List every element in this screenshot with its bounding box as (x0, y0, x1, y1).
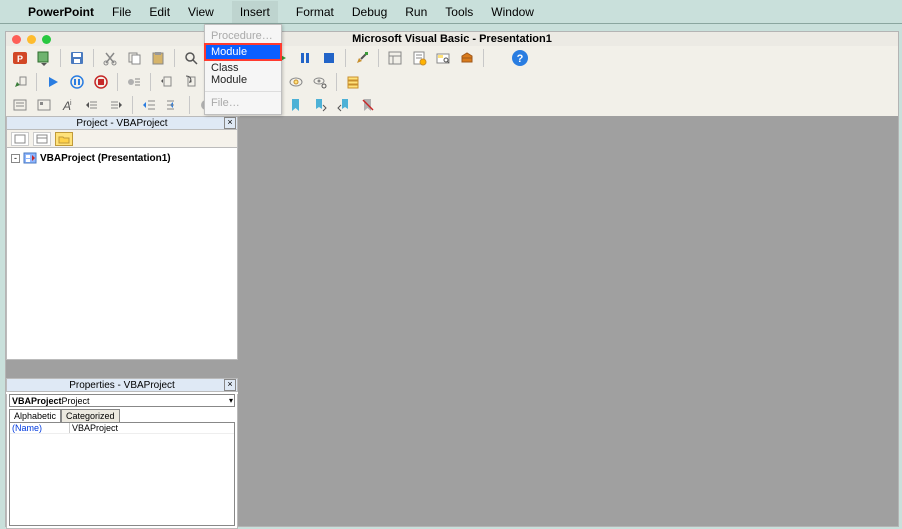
menubar-tools[interactable]: Tools (445, 5, 473, 19)
step-over-icon[interactable] (181, 72, 201, 92)
titlebar: Microsoft Visual Basic - Presentation1 (6, 32, 898, 46)
view-code-icon[interactable] (11, 132, 29, 146)
project-root[interactable]: - VBAProject (Presentation1) (11, 152, 233, 164)
menu-separator (205, 91, 281, 92)
vbaproject-icon (23, 152, 37, 164)
bookmark-icon[interactable] (286, 95, 306, 115)
project-panel-label: Project - VBAProject (76, 118, 167, 129)
complete-word-icon[interactable] (106, 95, 126, 115)
quick-info-icon[interactable]: Ai (58, 95, 78, 115)
insert-menu-dropdown: Procedure… Module Class Module File… (204, 24, 282, 115)
traffic-lights (6, 35, 51, 44)
cut-icon[interactable] (100, 48, 120, 68)
close-icon[interactable] (12, 35, 21, 44)
tab-alphabetic[interactable]: Alphabetic (9, 409, 61, 422)
menubar-insert[interactable]: Insert (232, 1, 278, 23)
prev-bookmark-icon[interactable] (334, 95, 354, 115)
vbe-window: Microsoft Visual Basic - Presentation1 P (5, 31, 899, 527)
design-mode-icon[interactable] (352, 48, 372, 68)
toggle-breakpoint-icon[interactable] (124, 72, 144, 92)
copy-icon[interactable] (124, 48, 144, 68)
toolbox-icon[interactable] (457, 48, 477, 68)
stop-icon[interactable] (91, 72, 111, 92)
code-area (240, 116, 898, 526)
toolbar-debug: > (6, 70, 898, 94)
parameter-info-icon[interactable] (82, 95, 102, 115)
pause-icon[interactable] (67, 72, 87, 92)
project-explorer-icon[interactable] (385, 48, 405, 68)
find-icon[interactable] (181, 48, 201, 68)
menubar: PowerPoint File Edit View Insert Format … (0, 0, 902, 24)
properties-icon[interactable] (409, 48, 429, 68)
menubar-view[interactable]: View (188, 5, 214, 19)
indent-icon[interactable] (139, 95, 159, 115)
toolbars: P ? (6, 46, 898, 117)
panel-splitter[interactable] (6, 360, 238, 378)
outdent-icon[interactable] (163, 95, 183, 115)
svg-text:i: i (70, 100, 72, 107)
list-constants-icon[interactable] (34, 95, 54, 115)
property-row[interactable]: (Name) VBAProject (10, 423, 234, 434)
menubar-run[interactable]: Run (405, 5, 427, 19)
property-key: (Name) (10, 423, 70, 433)
properties-panel-label: Properties - VBAProject (69, 380, 175, 391)
clear-bookmarks-icon[interactable] (358, 95, 378, 115)
properties-tabs: Alphabetic Categorized (9, 409, 237, 422)
properties-grid[interactable]: (Name) VBAProject (9, 422, 235, 526)
menubar-file[interactable]: File (112, 5, 131, 19)
property-value[interactable]: VBAProject (70, 423, 120, 433)
window-title: Microsoft Visual Basic - Presentation1 (352, 33, 552, 45)
toolbar-standard: P ? (6, 46, 898, 70)
project-root-label: VBAProject (Presentation1) (40, 153, 171, 164)
toggle-folders-icon[interactable] (55, 132, 73, 146)
powerpoint-icon[interactable]: P (10, 48, 30, 68)
properties-panel-title: Properties - VBAProject × (6, 378, 238, 392)
menubar-edit[interactable]: Edit (149, 5, 170, 19)
quick-watch-icon[interactable] (310, 72, 330, 92)
menubar-window[interactable]: Window (491, 5, 534, 19)
object-browser-icon[interactable] (433, 48, 453, 68)
tab-categorized[interactable]: Categorized (61, 409, 120, 422)
watch-icon[interactable] (286, 72, 306, 92)
properties-selector-type: Project (62, 396, 90, 406)
next-bookmark-icon[interactable] (310, 95, 330, 115)
minimize-icon[interactable] (27, 35, 36, 44)
insert-dropdown-icon[interactable] (34, 48, 54, 68)
project-toolbar (6, 130, 238, 148)
toolbar-edit: Ai (6, 94, 898, 116)
call-stack-icon[interactable] (343, 72, 363, 92)
menu-module[interactable]: Module (205, 44, 281, 60)
maximize-icon[interactable] (42, 35, 51, 44)
project-panel-close-icon[interactable]: × (224, 117, 236, 129)
compile-icon[interactable] (10, 72, 30, 92)
reset-icon[interactable] (319, 48, 339, 68)
svg-text:?: ? (517, 53, 524, 65)
project-tree[interactable]: - VBAProject (Presentation1) (6, 148, 238, 360)
help-icon[interactable]: ? (510, 48, 530, 68)
menu-procedure: Procedure… (205, 28, 281, 44)
step-into-icon[interactable] (157, 72, 177, 92)
view-object-icon[interactable] (33, 132, 51, 146)
properties-panel: VBAProject Project ▾ Alphabetic Categori… (6, 394, 238, 529)
tree-collapse-icon[interactable]: - (11, 154, 20, 163)
menu-file: File… (205, 95, 281, 111)
list-properties-icon[interactable] (10, 95, 30, 115)
svg-text:P: P (17, 54, 23, 64)
menu-class-module[interactable]: Class Module (205, 60, 281, 88)
save-icon[interactable] (67, 48, 87, 68)
chevron-down-icon: ▾ (229, 396, 233, 405)
project-panel-title: Project - VBAProject × (6, 116, 238, 130)
left-panels: Project - VBAProject × - VBAProject (Pre… (6, 116, 238, 526)
paste-icon[interactable] (148, 48, 168, 68)
menubar-debug[interactable]: Debug (352, 5, 387, 19)
menubar-format[interactable]: Format (296, 5, 334, 19)
properties-object-selector[interactable]: VBAProject Project ▾ (9, 394, 235, 407)
play-icon[interactable] (43, 72, 63, 92)
break-icon[interactable] (295, 48, 315, 68)
menubar-app[interactable]: PowerPoint (28, 5, 94, 19)
properties-panel-close-icon[interactable]: × (224, 379, 236, 391)
properties-selector-name: VBAProject (12, 396, 62, 406)
